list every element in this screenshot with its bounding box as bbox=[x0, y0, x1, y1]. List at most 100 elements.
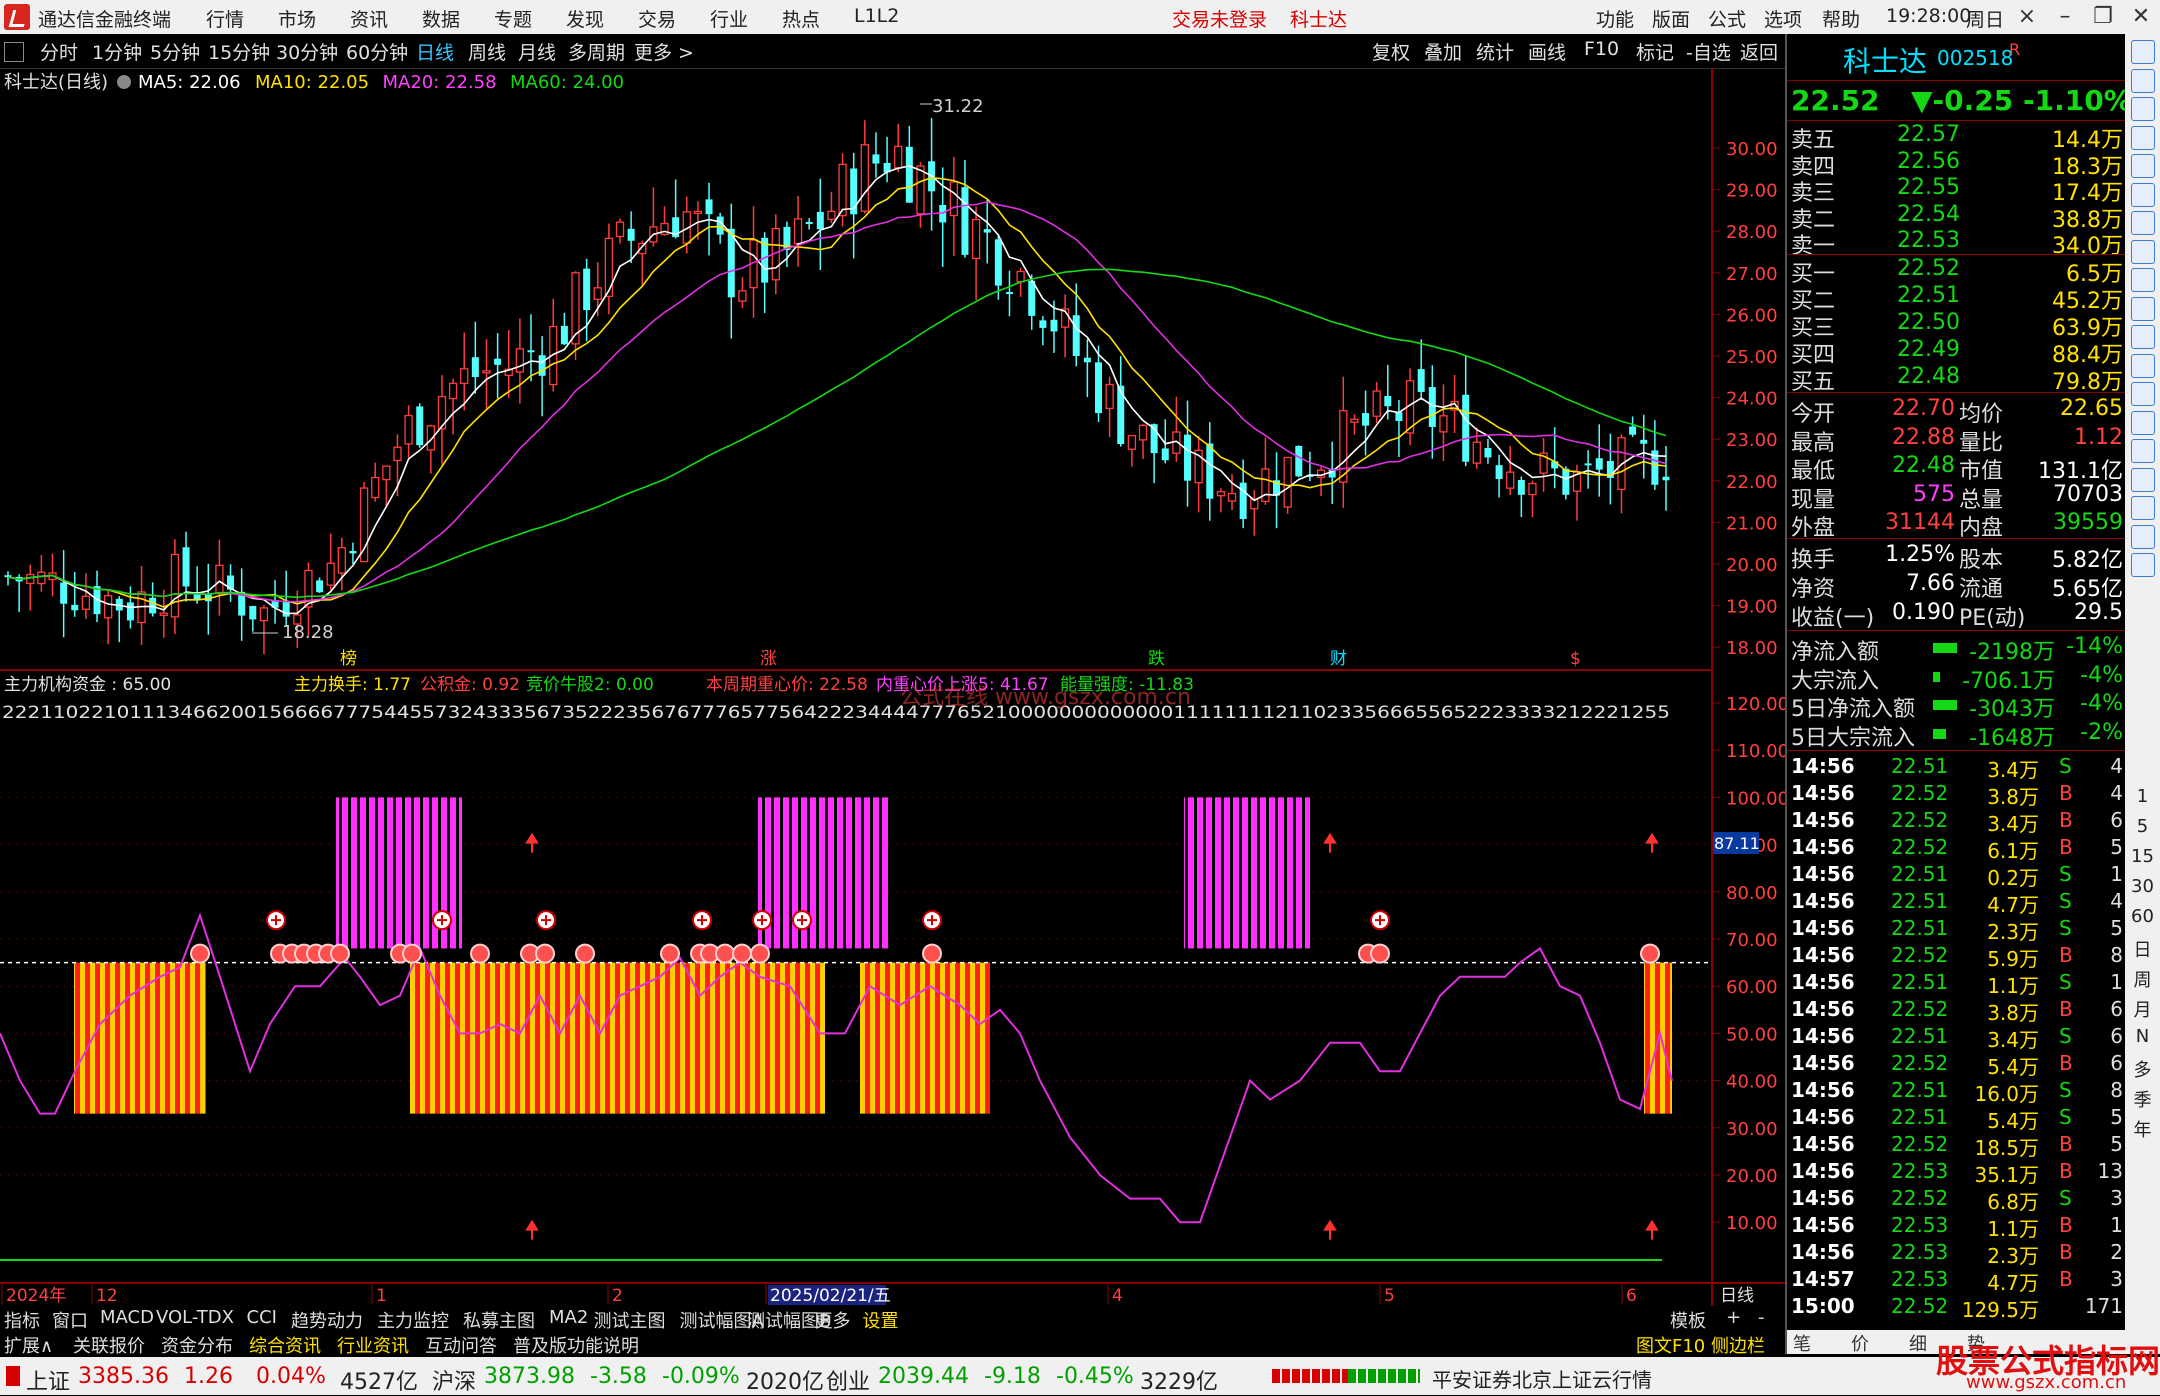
info-tab[interactable]: 资金分布 bbox=[161, 1332, 233, 1358]
chart-canvas[interactable]: 科士达(日线) MA5: 22.06 MA10: 22.05 MA20: 22.58… bbox=[0, 68, 1785, 1306]
minimize-icon[interactable]: – bbox=[2048, 2, 2082, 32]
period-5min[interactable]: 5分钟 bbox=[150, 38, 200, 65]
menu-item[interactable]: 数据 bbox=[422, 5, 460, 32]
indicator-tab[interactable]: 私募主图 bbox=[463, 1307, 535, 1333]
f5-icon[interactable] bbox=[2131, 524, 2155, 549]
menu-formula[interactable]: 公式 bbox=[1708, 5, 1746, 32]
line-icon[interactable] bbox=[2131, 211, 2155, 235]
index-name[interactable]: 创业 bbox=[826, 1364, 870, 1396]
info-tab[interactable]: 普及版功能说明 bbox=[513, 1332, 639, 1358]
bid-row[interactable]: 买三 22.50 63.9万 bbox=[1787, 310, 2127, 341]
tool-draw[interactable]: 画线 bbox=[1528, 38, 1566, 65]
side-label[interactable]: 日 bbox=[2125, 936, 2160, 962]
side-label[interactable]: 年 bbox=[2125, 1116, 2160, 1142]
period-30min[interactable]: 30分钟 bbox=[276, 38, 338, 65]
menu-item[interactable]: 发现 bbox=[566, 5, 604, 32]
tool-mark[interactable]: 标记 bbox=[1636, 38, 1674, 65]
side-label[interactable]: 15 bbox=[2125, 846, 2160, 867]
period-1min[interactable]: 1分钟 bbox=[92, 38, 142, 65]
pen-icon[interactable] bbox=[2131, 496, 2155, 520]
indicator-tab[interactable]: VOL-TDX bbox=[156, 1307, 234, 1328]
bar-icon[interactable] bbox=[2131, 239, 2155, 264]
menu-options[interactable]: 选项 bbox=[1764, 5, 1802, 32]
flow-icon[interactable] bbox=[2131, 182, 2155, 207]
smile-icon[interactable] bbox=[2131, 553, 2155, 577]
info-tab[interactable]: 综合资讯 bbox=[249, 1332, 321, 1358]
menu-function[interactable]: 功能 bbox=[1596, 5, 1634, 32]
side-label[interactable]: 周 bbox=[2125, 966, 2160, 992]
tab-price[interactable]: 价 bbox=[1851, 1330, 1869, 1356]
side-label[interactable]: 1 bbox=[2125, 786, 2160, 807]
restore-icon[interactable]: ❐ bbox=[2086, 2, 2120, 32]
close-icon[interactable]: ✕ bbox=[2124, 2, 2158, 32]
info-tab[interactable]: 互动问答 bbox=[425, 1332, 497, 1358]
side-label[interactable]: 30 bbox=[2125, 876, 2160, 897]
period-weekly[interactable]: 周线 bbox=[468, 38, 506, 65]
indicator-tab[interactable]: 指标 bbox=[4, 1307, 40, 1333]
period-60min[interactable]: 60分钟 bbox=[346, 38, 408, 65]
menu-item[interactable]: 市场 bbox=[278, 5, 316, 32]
info-tab[interactable]: 关联报价 bbox=[73, 1332, 145, 1358]
login-status[interactable]: 交易未登录 bbox=[1172, 5, 1267, 32]
add-button[interactable]: + bbox=[1726, 1307, 1741, 1328]
down-icon[interactable] bbox=[2131, 97, 2155, 121]
info-icon[interactable] bbox=[2131, 268, 2155, 292]
move-icon[interactable] bbox=[2131, 467, 2155, 492]
indicator-tab[interactable]: 设置 bbox=[863, 1307, 899, 1333]
f2-icon[interactable] bbox=[2131, 353, 2155, 378]
side-label[interactable]: 多 bbox=[2125, 1056, 2160, 1082]
tool-adjust[interactable]: 复权 bbox=[1372, 38, 1410, 65]
f10-icon[interactable] bbox=[2131, 296, 2155, 321]
tab-trades[interactable]: 笔 bbox=[1793, 1330, 1811, 1356]
info-tab[interactable]: 行业资讯 bbox=[337, 1332, 409, 1358]
menu-item[interactable]: L1L2 bbox=[854, 5, 899, 27]
period-monthly[interactable]: 月线 bbox=[518, 38, 556, 65]
menu-item[interactable]: 热点 bbox=[782, 5, 820, 32]
tool-back[interactable]: 返回 bbox=[1740, 38, 1778, 65]
indicator-tab[interactable]: 主力监控 bbox=[377, 1307, 449, 1333]
indicator-tab[interactable]: CCI bbox=[247, 1307, 277, 1328]
period-multi[interactable]: 多周期 bbox=[568, 38, 625, 65]
period-more[interactable]: 更多 > bbox=[634, 38, 694, 65]
tool-watchlist[interactable]: -自选 bbox=[1686, 38, 1731, 65]
bid-row[interactable]: 买五 22.48 79.8万 bbox=[1787, 364, 2127, 395]
menu-item[interactable]: 交易 bbox=[638, 5, 676, 32]
close-icon-small[interactable]: × bbox=[2010, 2, 2044, 32]
note-icon[interactable] bbox=[2131, 325, 2155, 349]
indicator-tab[interactable]: 更多 bbox=[815, 1307, 851, 1333]
indicator-tab[interactable]: 测试主图 bbox=[594, 1307, 666, 1333]
collapse-icon[interactable] bbox=[4, 42, 24, 62]
tool-f10[interactable]: F10 bbox=[1584, 38, 1619, 60]
side-label[interactable]: 60 bbox=[2125, 906, 2160, 927]
chart-icon[interactable] bbox=[2131, 154, 2155, 178]
ask-row[interactable]: 卖四 22.56 18.3万 bbox=[1787, 149, 2127, 180]
remove-button[interactable]: - bbox=[1758, 1307, 1765, 1328]
menu-item[interactable]: 行业 bbox=[710, 5, 748, 32]
tool-overlay[interactable]: 叠加 bbox=[1424, 38, 1462, 65]
menu-item[interactable]: 专题 bbox=[494, 5, 532, 32]
tab-detail[interactable]: 细 bbox=[1909, 1330, 1927, 1356]
indicator-tab[interactable]: MACD bbox=[100, 1307, 154, 1328]
stack-icon[interactable] bbox=[2131, 382, 2155, 406]
template-button[interactable]: 模板 bbox=[1670, 1307, 1706, 1333]
period-15min[interactable]: 15分钟 bbox=[208, 38, 270, 65]
menu-item[interactable]: 资讯 bbox=[350, 5, 388, 32]
indicator-tab[interactable]: MA2 bbox=[549, 1307, 588, 1328]
period-daily[interactable]: 日线 bbox=[416, 38, 454, 65]
side-label[interactable]: 月 bbox=[2125, 996, 2160, 1022]
collapse-icon[interactable] bbox=[2131, 40, 2155, 64]
rsi-icon[interactable] bbox=[2131, 439, 2155, 463]
ask-row[interactable]: 卖五 22.57 14.4万 bbox=[1787, 122, 2127, 153]
period-fenshi[interactable]: 分时 bbox=[40, 38, 78, 65]
bid-row[interactable]: 买一 22.52 6.5万 bbox=[1787, 256, 2127, 287]
bid-row[interactable]: 买二 22.51 45.2万 bbox=[1787, 283, 2127, 314]
menu-layout[interactable]: 版面 bbox=[1652, 5, 1690, 32]
ask-row[interactable]: 卖一 22.53 34.0万 bbox=[1787, 228, 2127, 259]
info-tab[interactable]: 扩展∧ bbox=[4, 1332, 53, 1358]
bid-row[interactable]: 买四 22.49 88.4万 bbox=[1787, 337, 2127, 368]
ask-row[interactable]: 卖二 22.54 38.8万 bbox=[1787, 202, 2127, 233]
server-name[interactable]: 平安证券北京上证云行情 bbox=[1432, 1364, 1652, 1393]
side-label[interactable]: N bbox=[2125, 1026, 2160, 1047]
index-name[interactable]: 沪深 bbox=[432, 1364, 476, 1396]
list-icon[interactable] bbox=[2131, 125, 2155, 150]
